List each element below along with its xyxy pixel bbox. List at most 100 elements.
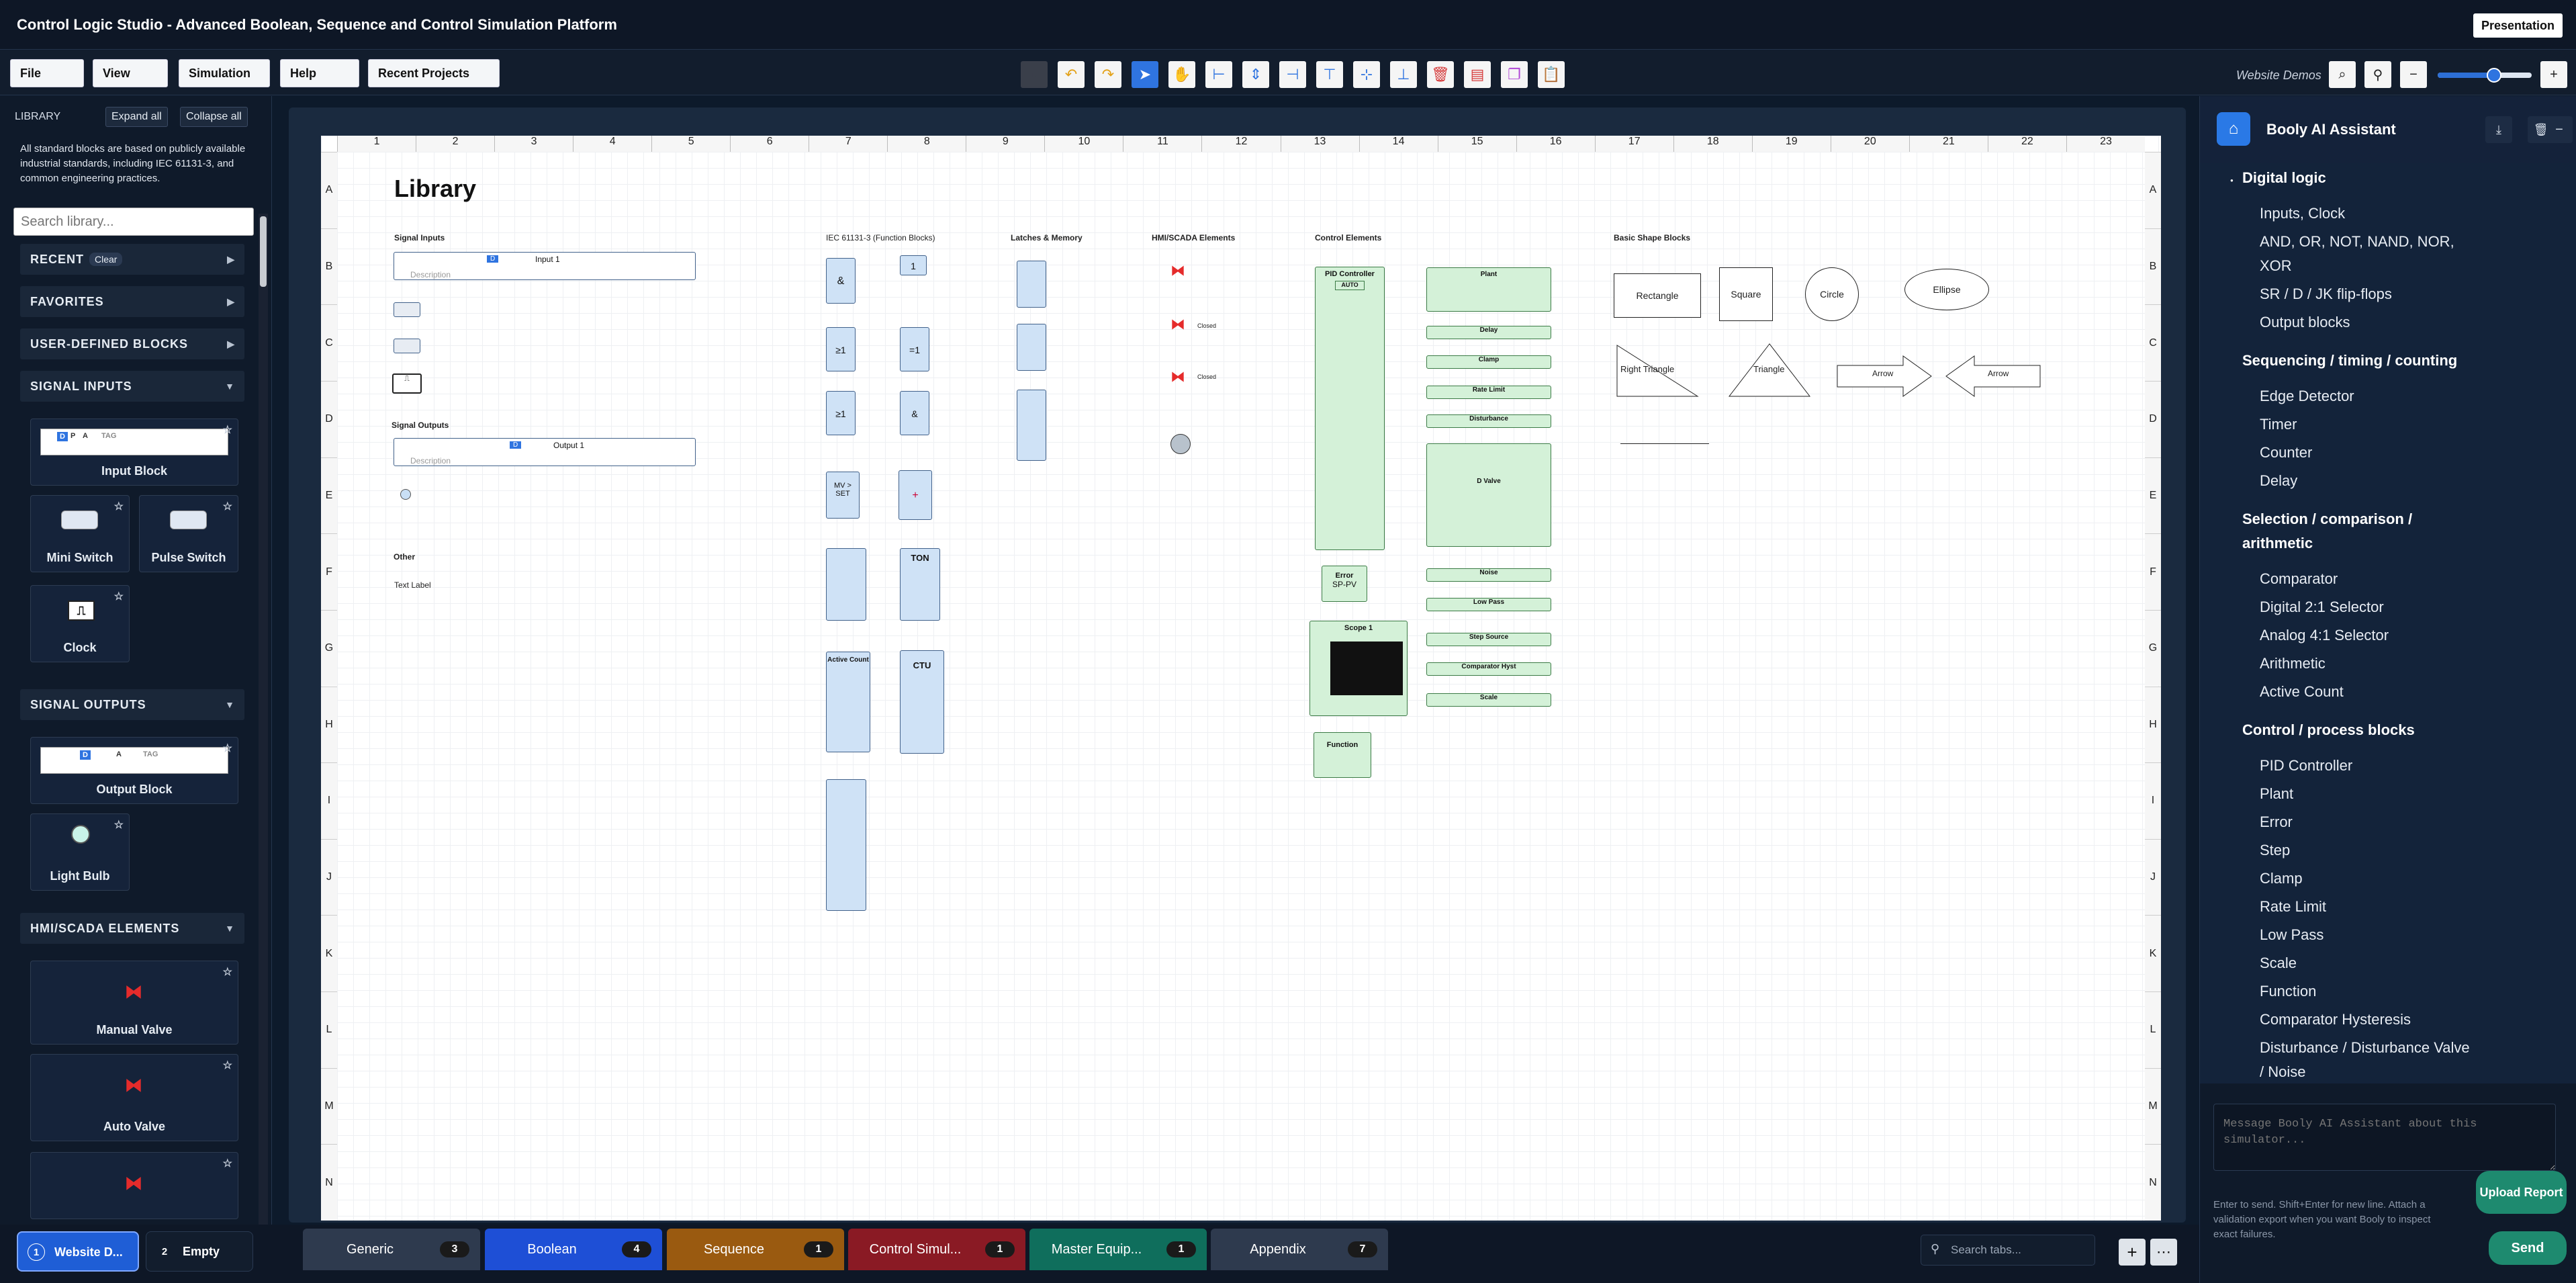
sr-latch-block[interactable] xyxy=(1017,261,1046,308)
view-menu[interactable]: View xyxy=(93,59,168,87)
output-1-block[interactable]: D Output 1 Description xyxy=(394,438,696,466)
help-menu[interactable]: Help xyxy=(280,59,359,87)
manual-valve-block[interactable]: ⧓ xyxy=(1170,262,1185,279)
duplicate-icon[interactable]: ❐ xyxy=(1501,61,1528,88)
light-bulb-block[interactable] xyxy=(400,489,411,500)
step-source-block[interactable]: Step Source xyxy=(1426,633,1551,646)
presentation-button[interactable]: Presentation xyxy=(2473,13,2563,38)
more-icon[interactable]: ⋯ xyxy=(2150,1239,2177,1266)
tab-master-equipment[interactable]: Master Equip... 1 xyxy=(1029,1229,1207,1270)
file-menu[interactable]: File xyxy=(10,59,84,87)
auto-valve-block[interactable]: ⧓ xyxy=(1170,316,1185,333)
collapse-icon[interactable]: − xyxy=(2546,116,2573,143)
favorite-star-icon[interactable]: ☆ xyxy=(114,590,124,603)
clamp-block[interactable]: Clamp xyxy=(1426,355,1551,369)
scale-block[interactable]: Scale xyxy=(1426,693,1551,707)
d-valve-block[interactable]: D Valve xyxy=(1426,443,1551,547)
disturbance-block[interactable]: Disturbance xyxy=(1426,414,1551,428)
search-tabs-input[interactable]: ⚲ Search tabs... xyxy=(1921,1235,2095,1266)
control-valve-card[interactable]: ⧓ ☆ xyxy=(30,1152,238,1219)
mini-switch-card[interactable]: ☆ Mini Switch xyxy=(30,495,130,572)
expand-all-button[interactable]: Expand all xyxy=(105,107,168,127)
download-icon[interactable]: ⤓ xyxy=(2485,116,2512,143)
favorite-star-icon[interactable]: ☆ xyxy=(223,1059,232,1072)
diagram-canvas[interactable]: 1 2 3 4 5 6 7 8 9 10 11 12 13 14 15 16 17 18 19 20 21 22 23 AA… xyxy=(321,136,2161,1221)
plant-block[interactable]: Plant xyxy=(1426,267,1551,312)
export-pdf-icon[interactable]: ▤ xyxy=(1464,61,1491,88)
control-valve-block[interactable]: ⧓ xyxy=(1170,368,1185,386)
message-input[interactable] xyxy=(2213,1104,2556,1171)
align-middle-icon[interactable]: ⊹ xyxy=(1353,61,1380,88)
collapse-all-button[interactable]: Collapse all xyxy=(180,107,248,127)
low-pass-block[interactable]: Low Pass xyxy=(1426,598,1551,611)
align-top-icon[interactable]: ⊤ xyxy=(1316,61,1343,88)
select-pointer-icon[interactable]: ➤ xyxy=(1132,61,1158,88)
add-tab-button[interactable]: + xyxy=(2119,1239,2146,1266)
delete-icon[interactable]: 🗑 xyxy=(1427,61,1454,88)
favorites-category[interactable]: FAVORITES ▶ xyxy=(20,286,244,317)
favorite-star-icon[interactable]: ☆ xyxy=(223,742,232,755)
favorite-star-icon[interactable]: ☆ xyxy=(114,818,124,832)
tab-generic[interactable]: Generic 3 xyxy=(303,1229,480,1270)
arithmetic-block[interactable]: + xyxy=(899,470,932,520)
align-left-icon[interactable]: ⊢ xyxy=(1205,61,1232,88)
not-gate-block[interactable]: 1 xyxy=(900,255,927,275)
circle-shape[interactable]: Circle xyxy=(1805,267,1859,321)
redo-icon[interactable]: ↷ xyxy=(1095,61,1121,88)
project-tab-website-demos[interactable]: 1 Website D... xyxy=(17,1231,139,1272)
comparator-hyst-block[interactable]: Comparator Hyst xyxy=(1426,662,1551,676)
clock-card[interactable]: ⎍ ☆ Clock xyxy=(30,585,130,662)
ellipse-shape[interactable]: Ellipse xyxy=(1904,269,1989,310)
user-defined-category[interactable]: USER-DEFINED BLOCKS ▶ xyxy=(20,328,244,359)
recent-category[interactable]: RECENT Clear ▶ xyxy=(20,244,244,275)
favorite-star-icon[interactable]: ☆ xyxy=(223,965,232,979)
ctu-counter-block[interactable]: CTU xyxy=(900,650,944,754)
align-center-icon[interactable]: ⇕ xyxy=(1242,61,1269,88)
zoom-thumb[interactable] xyxy=(2487,68,2501,83)
error-block[interactable]: Error SP-PV xyxy=(1322,566,1367,602)
light-bulb-card[interactable]: ☆ Light Bulb xyxy=(30,813,130,891)
clock-block[interactable]: ⎍ xyxy=(392,373,422,394)
tab-control-simulation[interactable]: Control Simul... 1 xyxy=(848,1229,1025,1270)
zoom-slider[interactable] xyxy=(2438,68,2532,83)
simulation-menu[interactable]: Simulation xyxy=(179,59,270,87)
signal-outputs-category[interactable]: SIGNAL OUTPUTS ▼ xyxy=(20,689,244,720)
pid-controller-block[interactable]: PID Controller AUTO xyxy=(1315,267,1385,550)
selector-block[interactable] xyxy=(826,548,866,621)
pid-auto-badge[interactable]: AUTO xyxy=(1335,281,1365,290)
favorite-star-icon[interactable]: ☆ xyxy=(223,1157,232,1170)
jk-flipflop-block[interactable] xyxy=(1017,390,1046,461)
favorite-star-icon[interactable]: ☆ xyxy=(223,423,232,437)
upload-report-button[interactable]: Upload Report xyxy=(2476,1171,2567,1214)
pump-block[interactable] xyxy=(1170,434,1191,454)
nor-gate-block[interactable]: ≥1 xyxy=(826,391,856,435)
input-block-card[interactable]: D P A TAG ☆ Input Block xyxy=(30,418,238,486)
align-right-icon[interactable]: ⊣ xyxy=(1279,61,1306,88)
pulse-switch-block[interactable] xyxy=(394,339,420,353)
undo-icon[interactable]: ↶ xyxy=(1058,61,1085,88)
hmi-category[interactable]: HMI/SCADA ELEMENTS ▼ xyxy=(20,913,244,944)
tab-sequence[interactable]: Sequence 1 xyxy=(667,1229,844,1270)
sidebar-scrollbar[interactable] xyxy=(259,214,268,1225)
function-block[interactable]: Function xyxy=(1314,732,1371,778)
pulse-switch-card[interactable]: ☆ Pulse Switch xyxy=(139,495,238,572)
library-search-input[interactable] xyxy=(13,208,254,236)
input-1-block[interactable]: D Input 1 Description xyxy=(394,252,696,280)
ton-timer-block[interactable]: TON xyxy=(900,548,940,621)
rectangle-shape[interactable]: Rectangle xyxy=(1614,273,1701,318)
analog-selector-block[interactable] xyxy=(826,779,866,911)
zoom-out-icon[interactable]: − xyxy=(2400,61,2427,88)
rate-limit-block[interactable]: Rate Limit xyxy=(1426,386,1551,399)
line-shape[interactable] xyxy=(1620,443,1709,444)
comparator-block[interactable]: MV > SET xyxy=(826,472,860,519)
tab-appendix[interactable]: Appendix 7 xyxy=(1211,1229,1388,1270)
scope-block[interactable]: Scope 1 xyxy=(1309,621,1408,716)
manual-valve-card[interactable]: ⧓ ☆ Manual Valve xyxy=(30,961,238,1045)
sidebar-scroll-thumb[interactable] xyxy=(260,216,267,287)
mini-switch-block[interactable] xyxy=(394,302,420,317)
favorite-star-icon[interactable]: ☆ xyxy=(223,500,232,513)
pan-hand-icon[interactable]: ✋ xyxy=(1168,61,1195,88)
signal-inputs-category[interactable]: SIGNAL INPUTS ▼ xyxy=(20,371,244,402)
output-block-card[interactable]: D A TAG ☆ Output Block xyxy=(30,737,238,804)
search-icon[interactable]: ⚲ xyxy=(2364,61,2391,88)
